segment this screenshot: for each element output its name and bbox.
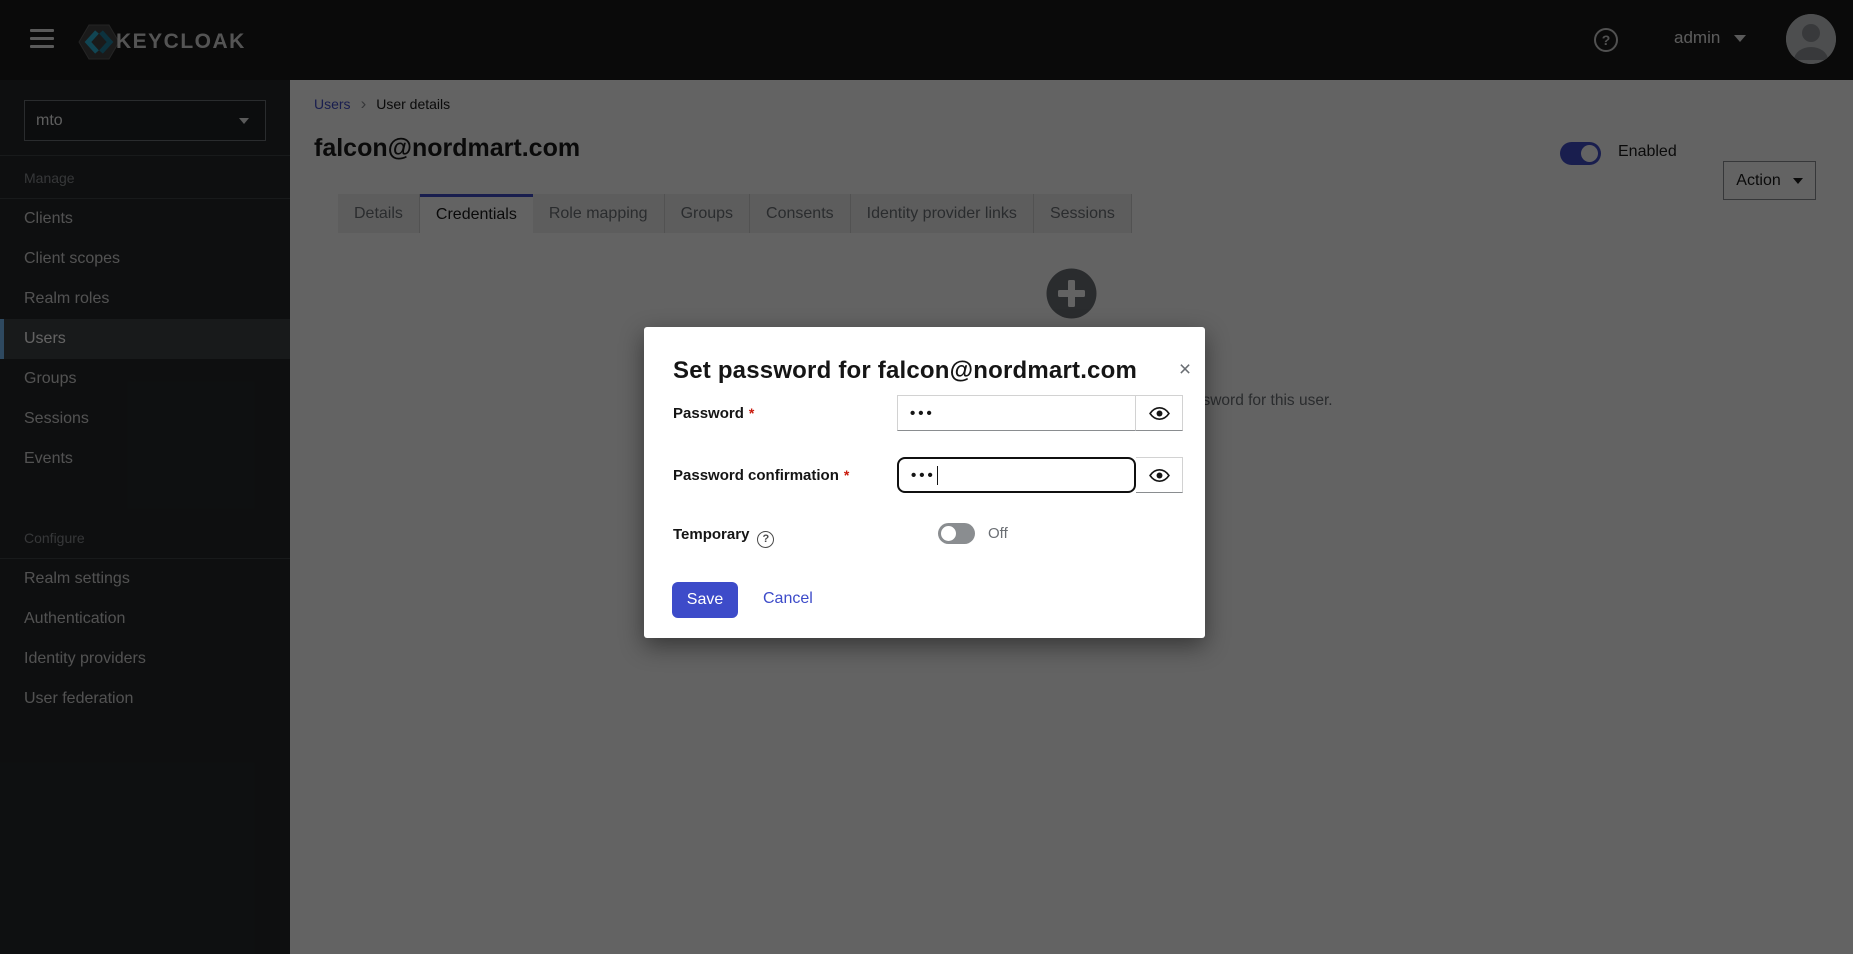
text-cursor [937, 466, 938, 485]
password-input[interactable]: ••• [897, 395, 1136, 431]
save-button[interactable]: Save [672, 582, 738, 618]
password-confirmation-label-text: Password confirmation [673, 467, 839, 484]
password-label: Password * [673, 405, 754, 422]
show-password-button[interactable] [1136, 395, 1183, 431]
eye-icon [1149, 468, 1170, 483]
temporary-state-label: Off [988, 525, 1008, 542]
password-value: ••• [910, 405, 935, 422]
cancel-button[interactable]: Cancel [763, 590, 813, 608]
close-icon[interactable]: × [1172, 357, 1198, 383]
required-asterisk: * [844, 467, 849, 483]
temporary-label-text: Temporary [673, 526, 749, 543]
eye-icon [1149, 406, 1170, 421]
password-confirmation-input[interactable]: ••• [897, 457, 1136, 493]
keycloak-admin-console: KEYCLOAK ? admin mto Manage Clients Clie… [0, 0, 1853, 954]
help-icon[interactable]: ? [757, 531, 774, 548]
required-asterisk: * [749, 405, 754, 421]
password-confirmation-value: ••• [911, 467, 936, 484]
password-label-text: Password [673, 405, 744, 422]
temporary-label: Temporary? [673, 526, 774, 548]
set-password-modal: Set password for falcon@nordmart.com × P… [644, 327, 1205, 638]
password-confirmation-label: Password confirmation * [673, 467, 849, 484]
modal-title: Set password for falcon@nordmart.com [673, 357, 1137, 385]
show-password-confirmation-button[interactable] [1136, 457, 1183, 493]
temporary-toggle[interactable] [938, 523, 975, 544]
